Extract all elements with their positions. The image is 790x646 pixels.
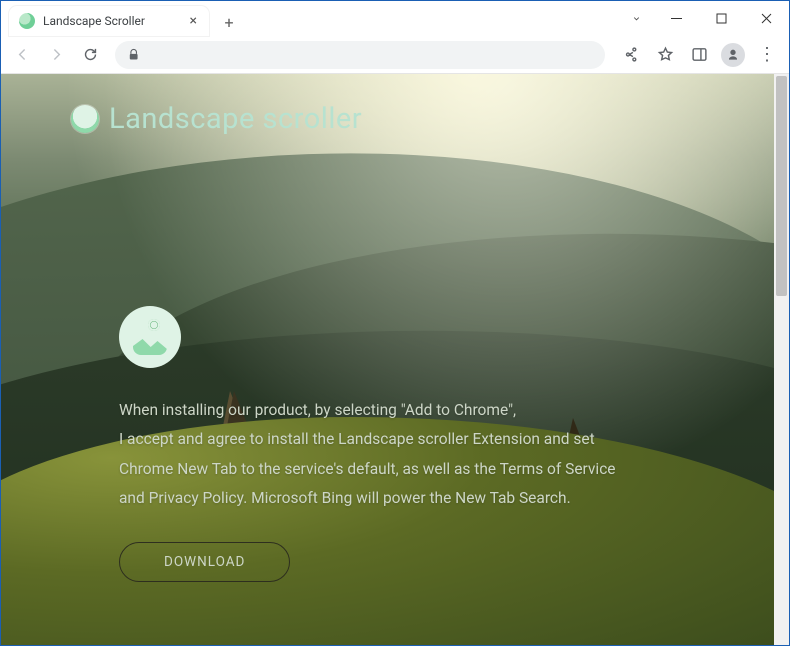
new-tab-button[interactable]: + bbox=[215, 8, 243, 36]
close-icon bbox=[761, 13, 772, 24]
star-icon bbox=[657, 46, 674, 63]
tab-strip: Landscape Scroller × + bbox=[1, 1, 243, 36]
tab-title: Landscape Scroller bbox=[43, 14, 180, 28]
copy-line: Chrome New Tab to the service's default,… bbox=[119, 455, 679, 484]
chevron-down-icon bbox=[631, 13, 642, 24]
reload-button[interactable] bbox=[75, 40, 105, 70]
reload-icon bbox=[82, 46, 99, 63]
copy-line: I accept and agree to install the Landsc… bbox=[119, 425, 679, 454]
toolbar: ⋮ bbox=[1, 36, 789, 74]
hero-logo-icon bbox=[119, 306, 181, 368]
maximize-button[interactable] bbox=[699, 1, 744, 36]
tab-search-button[interactable] bbox=[618, 1, 654, 36]
minimize-icon bbox=[671, 13, 682, 24]
arrow-right-icon bbox=[48, 46, 65, 63]
arrow-left-icon bbox=[14, 46, 31, 63]
brand-title: Landscape scroller bbox=[109, 102, 362, 136]
brand-logo-icon bbox=[71, 105, 99, 133]
brand: Landscape scroller bbox=[71, 102, 704, 136]
lock-icon bbox=[127, 48, 140, 62]
profile-button[interactable] bbox=[717, 39, 749, 71]
panel-icon bbox=[691, 46, 708, 63]
vertical-scrollbar[interactable] bbox=[774, 74, 789, 645]
page-content: Landscape scroller When installing our p… bbox=[1, 74, 774, 645]
share-icon bbox=[623, 46, 640, 63]
bookmark-button[interactable] bbox=[649, 39, 681, 71]
maximize-icon bbox=[716, 13, 727, 24]
address-bar[interactable] bbox=[115, 41, 605, 69]
download-button[interactable]: DOWNLOAD bbox=[119, 542, 290, 582]
back-button[interactable] bbox=[7, 40, 37, 70]
close-tab-icon[interactable]: × bbox=[188, 13, 199, 29]
toolbar-right-actions: ⋮ bbox=[615, 39, 783, 71]
share-button[interactable] bbox=[615, 39, 647, 71]
url-input[interactable] bbox=[148, 47, 593, 62]
minimize-button[interactable] bbox=[654, 1, 699, 36]
avatar-icon bbox=[721, 43, 745, 67]
viewport: Landscape scroller When installing our p… bbox=[1, 74, 789, 645]
title-bar: Landscape Scroller × + bbox=[1, 1, 789, 36]
copy-line: and Privacy Policy. Microsoft Bing will … bbox=[119, 484, 679, 513]
window-controls bbox=[618, 1, 789, 36]
menu-button[interactable]: ⋮ bbox=[751, 39, 783, 71]
copy-line: When installing our product, by selectin… bbox=[119, 396, 679, 425]
close-window-button[interactable] bbox=[744, 1, 789, 36]
side-panel-button[interactable] bbox=[683, 39, 715, 71]
tab-favicon-icon bbox=[19, 13, 35, 29]
install-copy: When installing our product, by selectin… bbox=[119, 396, 679, 514]
scrollbar-thumb[interactable] bbox=[776, 76, 787, 296]
forward-button[interactable] bbox=[41, 40, 71, 70]
browser-tab[interactable]: Landscape Scroller × bbox=[9, 6, 209, 36]
